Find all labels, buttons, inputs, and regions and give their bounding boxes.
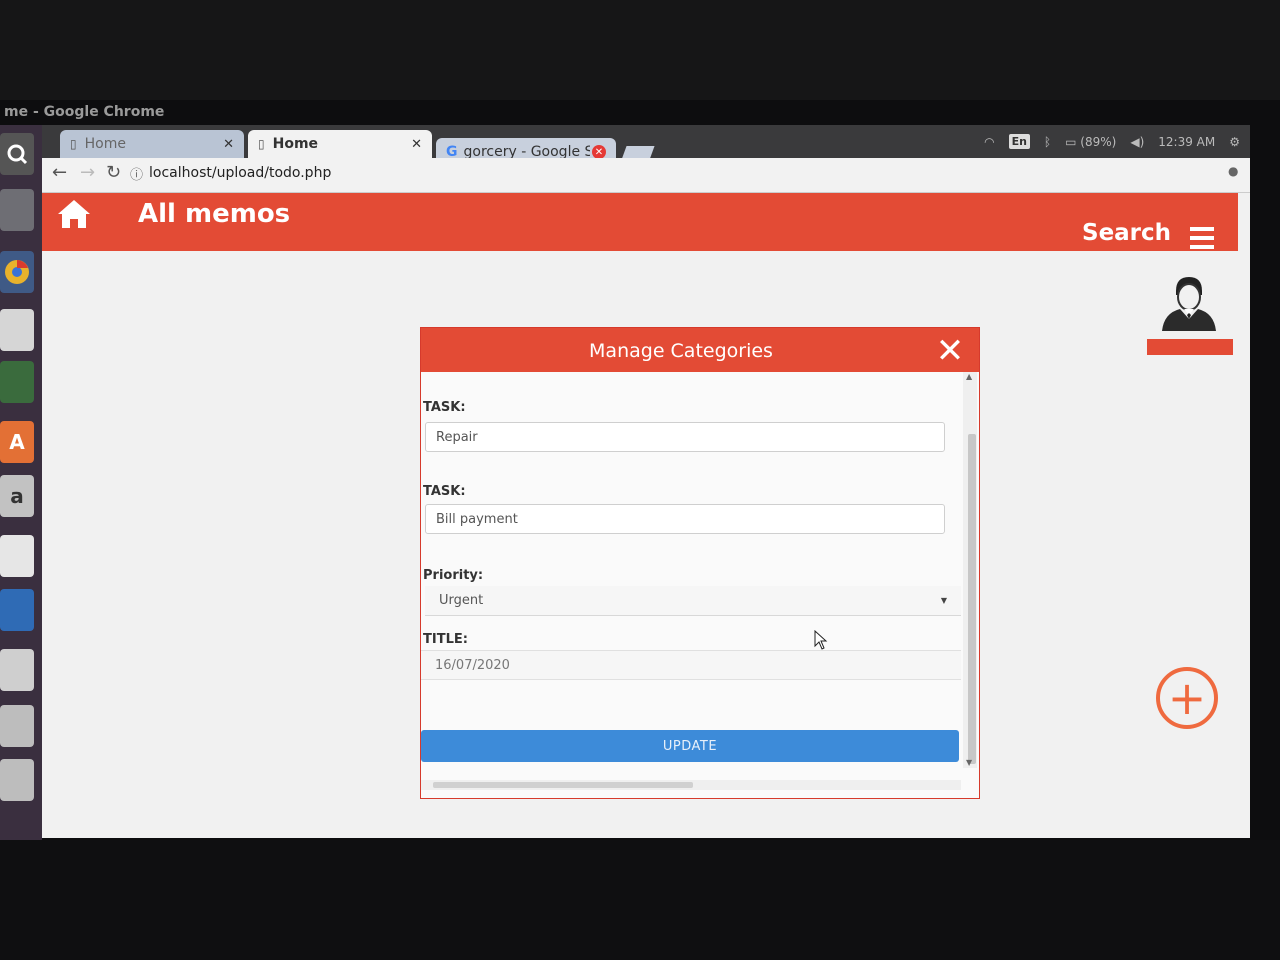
search-link[interactable]: Search [1082,220,1171,246]
priority-select[interactable]: Urgent ▼ [425,586,961,616]
tab-home-2[interactable]: ▯ Home ✕ [248,130,432,158]
software-center-icon[interactable]: A [0,421,34,463]
update-button[interactable]: UPDATE [421,730,959,762]
horizontal-scrollbar-thumb[interactable] [433,782,693,788]
tab-close-icon[interactable]: ✕ [411,137,422,152]
system-tray: ◠ En ᛒ ▭ (89%) ◀) 12:39 AM ⚙ [984,134,1240,149]
settings-gear-icon[interactable]: ⚙ [1229,135,1240,149]
profile-icon[interactable]: ● [1228,164,1238,178]
monitor-bezel-bottom [0,840,1280,960]
page-icon: ▯ [258,137,265,151]
priority-value: Urgent [439,593,484,608]
task-label: TASK: [423,484,466,499]
home-icon[interactable] [56,197,92,231]
back-arrow-icon[interactable]: ← [52,162,67,183]
app-header: All memos Search [42,193,1238,251]
scrollbar-thumb[interactable] [968,434,976,764]
tab-close-icon[interactable]: ✕ [592,145,606,159]
title-value: 16/07/2020 [435,657,510,673]
page-icon: ▯ [70,137,77,151]
amazon-icon[interactable]: a [0,475,34,517]
ubuntu-launcher: A a [0,125,42,840]
page-content: All memos Search + Manage Categories ✕ ▲… [42,193,1250,838]
drive-icon[interactable] [0,759,34,801]
address-bar[interactable]: ⓘ localhost/upload/todo.php [130,161,1200,185]
hamburger-menu-icon[interactable] [1190,227,1214,249]
manage-categories-modal: Manage Categories ✕ ▲ ▼ TASK: TASK: Prio… [420,327,980,799]
chrome-launcher-icon[interactable] [0,251,34,293]
screenshot-icon[interactable] [0,649,34,691]
bluetooth-icon[interactable]: ᛒ [1044,135,1051,149]
add-memo-button[interactable]: + [1156,667,1218,729]
user-avatar[interactable] [1156,273,1222,333]
close-icon[interactable]: ✕ [935,334,965,368]
keyboard-language[interactable]: En [1008,134,1030,149]
window-title: me - Google Chrome [4,104,165,120]
reload-icon[interactable]: ↻ [106,162,121,183]
modal-title: Manage Categories [589,340,773,362]
task-label: TASK: [423,400,466,415]
remote-desktop-icon[interactable] [0,589,34,631]
scroll-up-arrow-icon[interactable]: ▲ [966,372,972,381]
monitor-bezel-top [0,0,1280,100]
modal-header: Manage Categories ✕ [421,328,979,372]
dash-icon[interactable] [0,133,34,175]
mouse-cursor-icon [814,630,828,650]
battery-status[interactable]: ▭ (89%) [1065,135,1116,149]
site-info-icon[interactable]: ⓘ [130,164,143,183]
task-input[interactable] [425,422,945,452]
files-icon[interactable] [0,189,34,231]
libreoffice-calc-icon[interactable] [0,361,34,403]
task-input[interactable] [425,504,945,534]
page-title: All memos [138,199,291,229]
clock[interactable]: 12:39 AM [1158,135,1215,149]
title-date-field[interactable]: 16/07/2020 [421,650,961,680]
tab-home-1[interactable]: ▯ Home ✕ [60,130,244,158]
drive-icon[interactable] [0,705,34,747]
battery-icon: ▭ [1065,134,1077,149]
volume-icon[interactable]: ◀) [1130,135,1144,149]
plus-icon: + [1167,671,1207,725]
document-viewer-icon[interactable] [0,309,34,351]
wifi-icon[interactable]: ◠ [984,135,994,149]
priority-label: Priority: [423,568,484,583]
tab-close-icon[interactable]: ✕ [223,137,234,152]
chevron-down-icon: ▼ [940,596,947,605]
scroll-down-arrow-icon[interactable]: ▼ [966,758,972,767]
title-label: TITLE: [423,632,468,647]
forward-arrow-icon[interactable]: → [80,162,95,183]
url-text: localhost/upload/todo.php [149,165,332,181]
text-editor-icon[interactable] [0,535,34,577]
user-status-bar [1147,339,1233,355]
